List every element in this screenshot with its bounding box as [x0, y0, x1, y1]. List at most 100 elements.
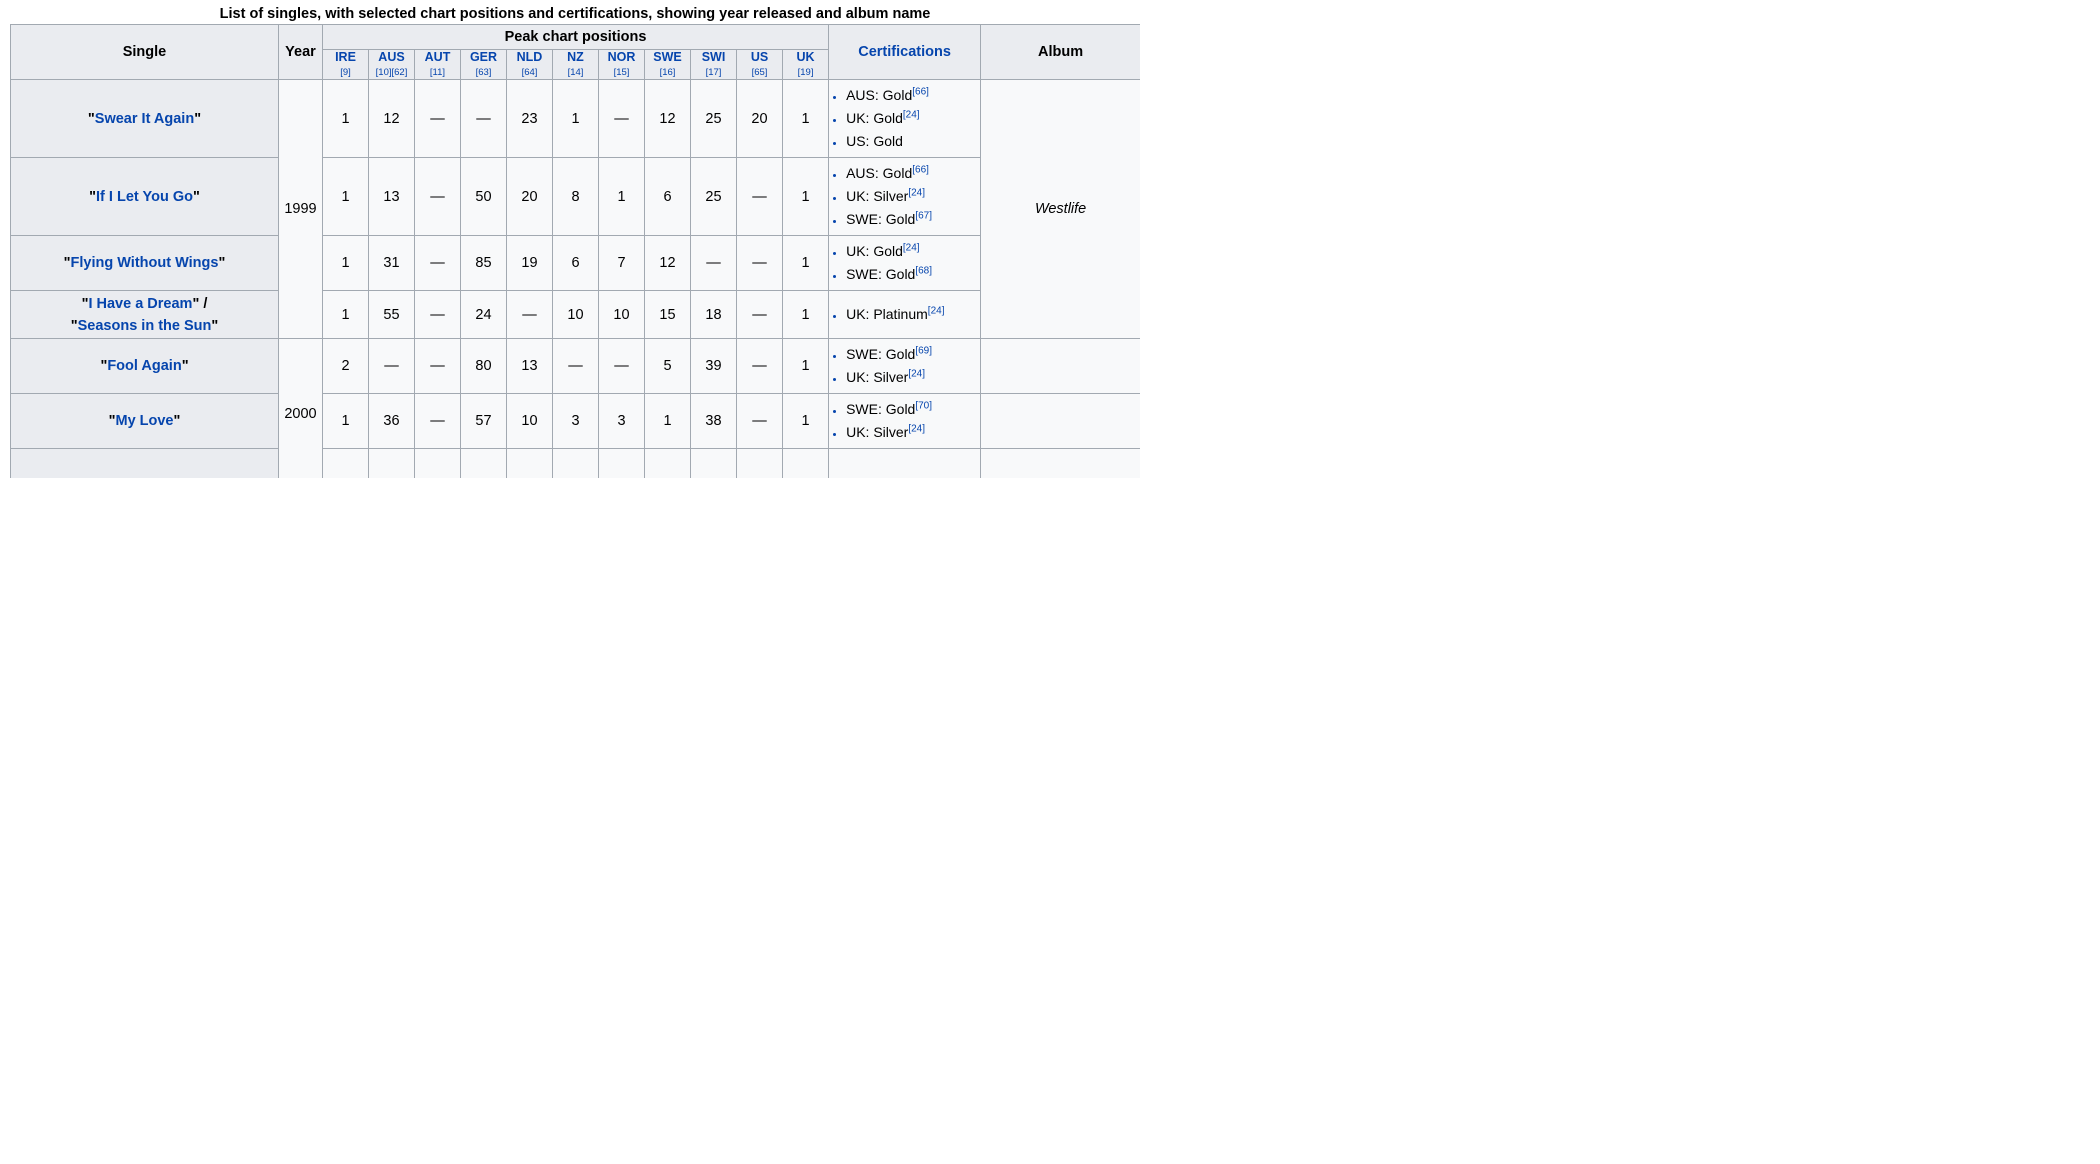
reference-link[interactable]: [67]	[915, 210, 932, 221]
reference-link[interactable]: [24]	[908, 368, 925, 379]
header-certifications-link[interactable]: Certifications	[828, 24, 982, 80]
chart-position: 39	[690, 338, 737, 394]
chart-ref-aut[interactable]: [11]	[419, 67, 456, 79]
certification-item: UK: Gold[24]	[833, 240, 976, 263]
chart-position: 13	[506, 338, 553, 394]
chart-ref-aus[interactable]: [10][62]	[373, 67, 410, 79]
reference-link[interactable]: [66]	[912, 164, 929, 175]
chart-header-ger: GER [63]	[460, 49, 507, 80]
chart-position: 7	[598, 235, 645, 291]
chart-ref-nld[interactable]: [64]	[511, 67, 548, 79]
chart-position: 8	[552, 157, 599, 236]
chart-position: 1	[322, 235, 369, 291]
single-title: "My Love"	[10, 393, 279, 449]
chart-position: 10	[598, 290, 645, 339]
table-row: "I Have a Dream" / "Seasons in the Sun" 1…	[10, 290, 1141, 339]
chart-link-aus[interactable]: AUS	[378, 50, 404, 64]
chart-ref-nor[interactable]: [15]	[603, 67, 640, 79]
certification-list: SWE: Gold[70] UK: Silver[24]	[833, 398, 976, 444]
certification-item: SWE: Gold[70]	[833, 398, 976, 421]
chart-position: 3	[598, 393, 645, 449]
table-row: "Fool Again" 2000 2 — — 80 13 — — 5 39 —…	[10, 338, 1140, 478]
chart-header-uk: UK [19]	[781, 49, 830, 80]
table-caption: List of singles, with selected chart pos…	[219, 6, 931, 22]
chart-header-aus: AUS [10][62]	[368, 49, 415, 80]
chart-position: 18	[690, 290, 737, 339]
reference-link[interactable]: [24]	[908, 423, 925, 434]
chart-position	[414, 448, 461, 478]
chart-position: —	[736, 338, 783, 394]
chart-header-aut: AUT [11]	[414, 49, 461, 80]
single-link[interactable]: Seasons in the Sun	[78, 318, 212, 334]
chart-ref-uk[interactable]: [19]	[787, 67, 824, 79]
chart-link-ire[interactable]: IRE	[335, 50, 356, 64]
chart-position: 1	[322, 79, 369, 158]
certification-list: AUS: Gold[66] UK: Silver[24] SWE: Gold[6…	[833, 162, 976, 231]
certification-item: UK: Gold[24]	[833, 107, 976, 130]
chart-header-nz: NZ [14]	[552, 49, 599, 80]
chart-position: 5	[644, 338, 691, 394]
chart-position: 20	[736, 79, 783, 158]
reference-link[interactable]: [70]	[915, 400, 932, 411]
single-title: "Swear It Again"	[10, 79, 279, 158]
single-link[interactable]: Fool Again	[107, 358, 181, 374]
chart-position: 1	[322, 290, 369, 339]
chart-position: 3	[552, 393, 599, 449]
table-viewport[interactable]: Single Year Peak chart positions Certifi…	[10, 24, 1140, 478]
certifications-cell: SWE: Gold[70] UK: Silver[24]	[828, 393, 982, 449]
chart-ref-swe[interactable]: [16]	[649, 67, 686, 79]
certification-list: AUS: Gold[66] UK: Gold[24] US: Gold	[833, 84, 976, 153]
certification-list: SWE: Gold[69] UK: Silver[24]	[833, 343, 976, 389]
chart-position: 1	[781, 393, 830, 449]
chart-ref-ger[interactable]: [63]	[465, 67, 502, 79]
reference-link[interactable]: [68]	[915, 265, 932, 276]
reference-link[interactable]: [24]	[903, 242, 920, 253]
reference-link[interactable]: [69]	[915, 345, 932, 356]
chart-position: —	[506, 290, 553, 339]
chart-link-swe[interactable]: SWE	[653, 50, 681, 64]
chart-position: 1	[781, 235, 830, 291]
certification-item: AUS: Gold[66]	[833, 84, 976, 107]
chart-link-nld[interactable]: NLD	[517, 50, 543, 64]
chart-link-ger[interactable]: GER	[470, 50, 497, 64]
chart-link-uk[interactable]: UK	[797, 50, 815, 64]
reference-link[interactable]: [24]	[908, 187, 925, 198]
reference-link[interactable]: [24]	[928, 305, 945, 316]
chart-position: —	[598, 338, 645, 394]
single-link[interactable]: If I Let You Go	[96, 189, 193, 205]
chart-position	[506, 448, 553, 478]
chart-position: 19	[506, 235, 553, 291]
single-link[interactable]: My Love	[115, 413, 173, 429]
chart-ref-swi[interactable]: [17]	[695, 67, 732, 79]
chart-position: 36	[368, 393, 415, 449]
chart-header-swe: SWE [16]	[644, 49, 691, 80]
chart-position: 12	[368, 79, 415, 158]
chart-position: 1	[781, 338, 830, 394]
chart-position: 25	[690, 79, 737, 158]
chart-link-swi[interactable]: SWI	[702, 50, 726, 64]
chart-ref-us[interactable]: [65]	[741, 67, 778, 79]
chart-position: 13	[368, 157, 415, 236]
chart-link-aut[interactable]: AUT	[425, 50, 451, 64]
certifications-cell	[828, 448, 982, 478]
chart-link-nz[interactable]: NZ	[567, 50, 584, 64]
reference-link[interactable]: [24]	[903, 109, 920, 120]
singles-table: Single Year Peak chart positions Certifi…	[10, 24, 1140, 478]
chart-position: 10	[506, 393, 553, 449]
certifications-cell: SWE: Gold[69] UK: Silver[24]	[828, 338, 982, 394]
chart-ref-nz[interactable]: [14]	[557, 67, 594, 79]
chart-position: 1	[781, 79, 830, 158]
chart-ref-ire[interactable]: [9]	[327, 67, 364, 79]
chart-position: —	[414, 79, 461, 158]
chart-link-nor[interactable]: NOR	[608, 50, 636, 64]
chart-link-us[interactable]: US	[751, 50, 768, 64]
reference-link[interactable]: [66]	[912, 86, 929, 97]
chart-position: 25	[690, 157, 737, 236]
certification-item: US: Gold	[833, 130, 976, 153]
certification-item: UK: Silver[24]	[833, 421, 976, 444]
single-link[interactable]: Swear It Again	[95, 111, 194, 127]
single-link[interactable]: I Have a Dream	[88, 296, 192, 312]
chart-position	[598, 448, 645, 478]
single-link[interactable]: Flying Without Wings	[71, 255, 219, 271]
chart-position: 12	[644, 235, 691, 291]
